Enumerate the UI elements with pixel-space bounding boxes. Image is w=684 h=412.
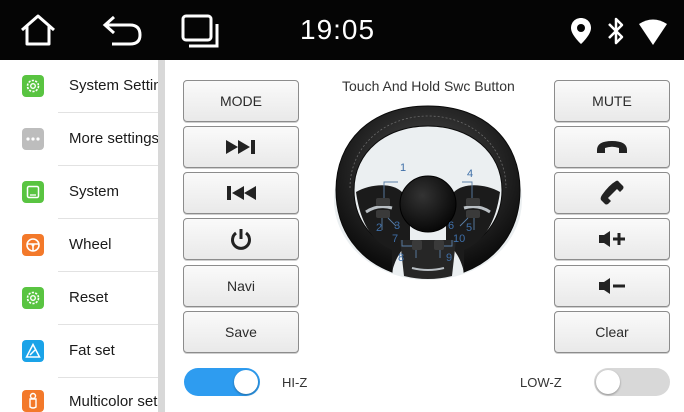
sidebar-item-label: Reset (69, 289, 109, 306)
previous-track-button[interactable] (183, 172, 299, 214)
volume-down-icon (597, 276, 627, 296)
wheel-label-1: 1 (400, 162, 407, 174)
home-icon[interactable] (18, 13, 58, 47)
sidebar-item-label: System Settings (69, 77, 158, 94)
sidebar-item-label: System (69, 183, 120, 200)
wheel-label-6: 6 (448, 220, 455, 232)
sidebar-item-label: Fat set (69, 342, 115, 359)
wheel-label-9: 9 (446, 252, 453, 264)
previous-track-icon (224, 184, 258, 202)
sidebar-divider (158, 60, 165, 412)
back-icon[interactable] (100, 13, 144, 47)
next-track-button[interactable] (183, 126, 299, 168)
power-icon (229, 227, 253, 251)
page-title: Touch And Hold Swc Button (342, 78, 515, 94)
sidebar: System Settings More settings System Whe… (0, 60, 158, 412)
wheel-label-3: 3 (394, 220, 401, 232)
system-icon (22, 181, 44, 203)
next-track-icon (224, 138, 258, 156)
more-icon (22, 128, 44, 150)
low-z-label: LOW-Z (520, 375, 562, 390)
wheel-label-7: 7 (392, 233, 399, 245)
multicolor-icon (22, 390, 44, 412)
status-bar: 19:05 (0, 0, 684, 60)
location-icon (570, 17, 592, 45)
mute-button[interactable]: MUTE (554, 80, 670, 122)
sidebar-item-label: Wheel (69, 236, 112, 253)
steering-wheel-image (334, 105, 522, 280)
wifi-icon (638, 18, 668, 46)
clear-button[interactable]: Clear (554, 311, 670, 353)
bluetooth-icon (606, 16, 626, 46)
wheel-label-4: 4 (467, 168, 474, 180)
toggle-knob (596, 370, 620, 394)
recent-apps-icon[interactable] (180, 13, 220, 49)
fat-set-icon (22, 340, 44, 362)
toggle-knob (234, 370, 258, 394)
sidebar-item-system[interactable]: System (0, 166, 158, 219)
wheel-label-10: 10 (453, 233, 466, 245)
sidebar-item-label: More settings (69, 130, 158, 147)
wheel-label-5: 5 (466, 222, 473, 234)
volume-up-button[interactable] (554, 218, 670, 260)
sidebar-item-fat-set[interactable]: Fat set (0, 325, 158, 378)
call-button[interactable] (554, 172, 670, 214)
save-button[interactable]: Save (183, 311, 299, 353)
hi-z-toggle[interactable] (184, 368, 260, 396)
steering-wheel-illustration: 1 2 3 4 5 6 7 8 9 10 (330, 100, 526, 284)
steering-wheel-icon (22, 234, 44, 256)
volume-down-button[interactable] (554, 265, 670, 307)
sidebar-item-multicolor-set[interactable]: Multicolor set (0, 378, 158, 412)
navi-button[interactable]: Navi (183, 265, 299, 307)
sidebar-item-label: Multicolor set (69, 393, 158, 410)
settings-icon (22, 75, 44, 97)
sidebar-item-wheel[interactable]: Wheel (0, 219, 158, 272)
hi-z-label: HI-Z (282, 375, 308, 390)
wheel-label-8: 8 (398, 252, 405, 264)
volume-up-icon (597, 229, 627, 249)
low-z-toggle[interactable] (594, 368, 670, 396)
hang-up-icon (595, 139, 629, 155)
sidebar-item-reset[interactable]: Reset (0, 272, 158, 325)
hang-up-button[interactable] (554, 126, 670, 168)
power-button[interactable] (183, 218, 299, 260)
sidebar-item-more-settings[interactable]: More settings (0, 113, 158, 166)
mode-button[interactable]: MODE (183, 80, 299, 122)
wheel-label-2: 2 (376, 222, 383, 234)
sidebar-item-system-settings[interactable]: System Settings (0, 60, 158, 113)
call-icon (599, 180, 625, 206)
reset-icon (22, 287, 44, 309)
clock: 19:05 (300, 14, 376, 45)
